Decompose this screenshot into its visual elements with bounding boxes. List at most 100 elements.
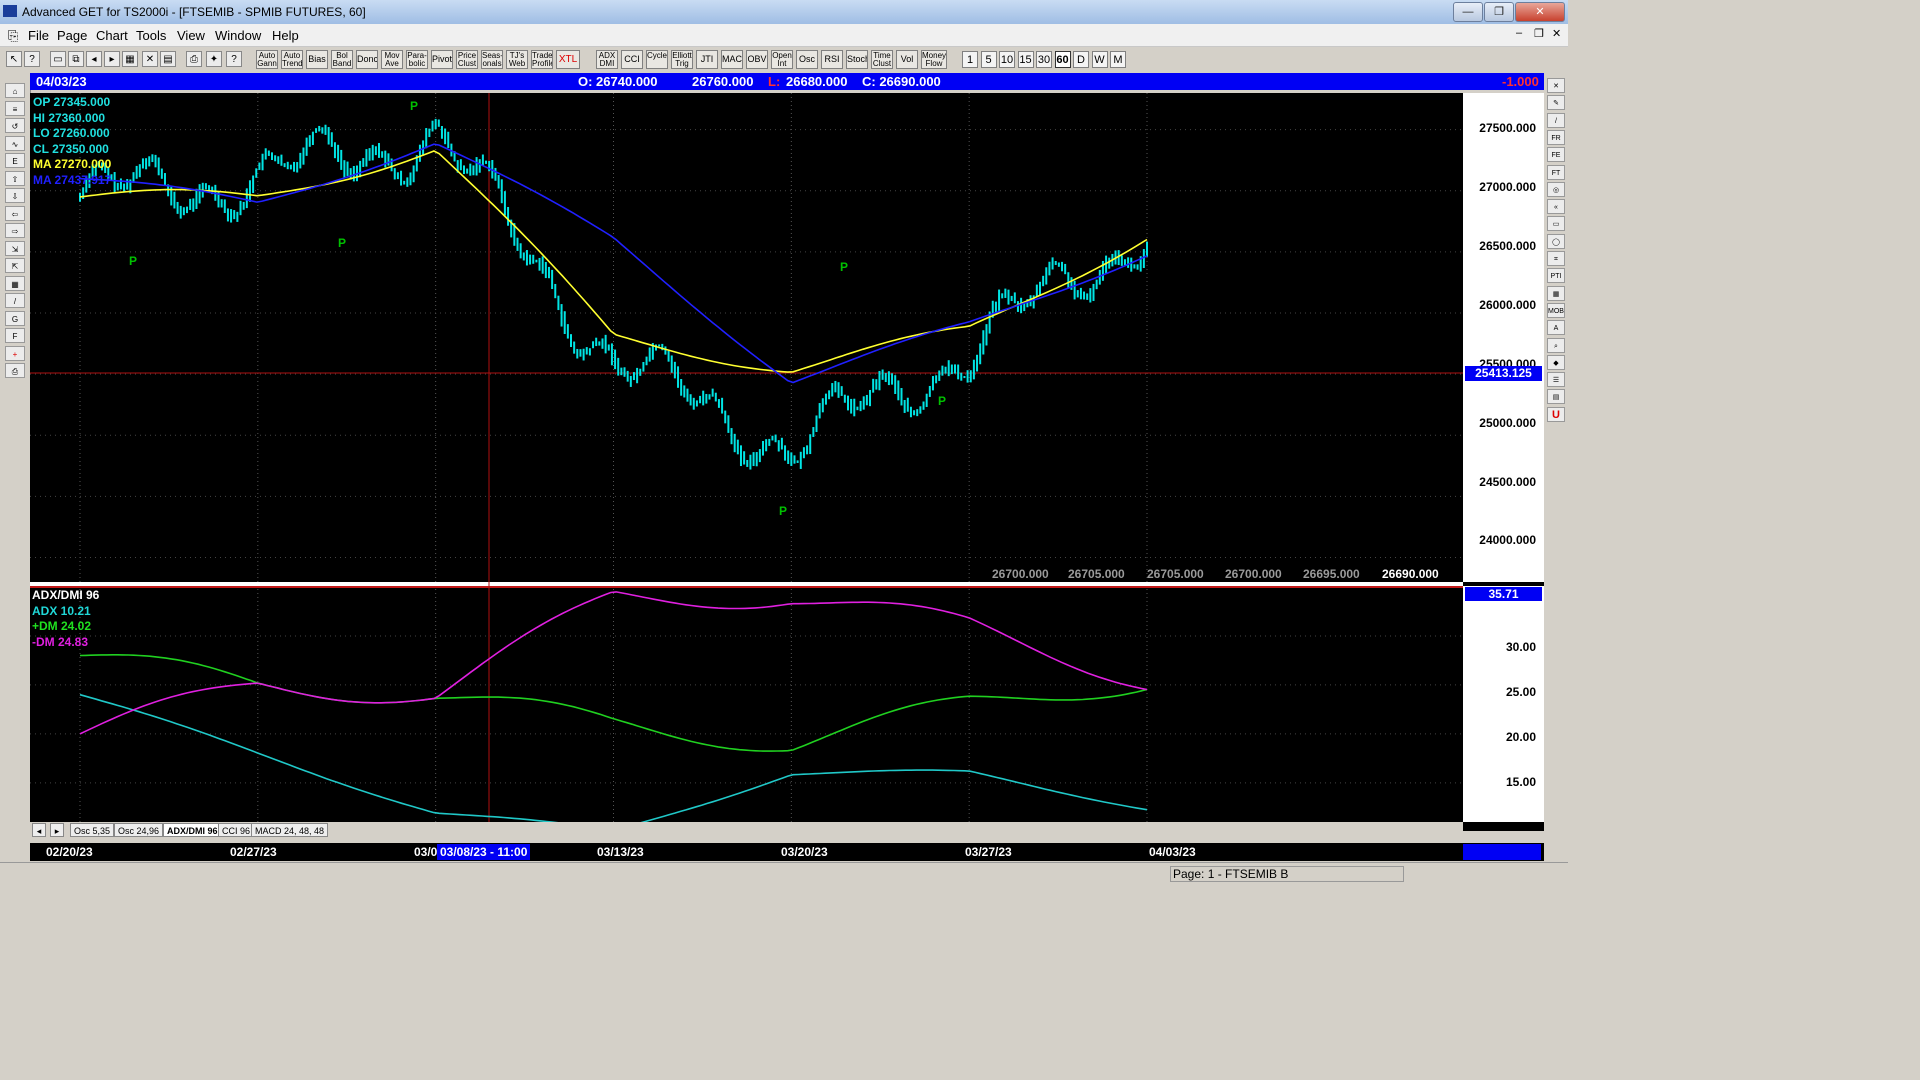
study-button-auto-trend[interactable]: Auto Trend [281,50,303,69]
study-button-bol-band[interactable]: Bol Band [331,50,353,69]
timeframe-button-30[interactable]: 30 [1036,51,1052,68]
grid-icon[interactable]: ▤ [160,51,176,67]
timeframe-button-15[interactable]: 15 [1017,51,1034,68]
timeframe-button-d[interactable]: D [1073,51,1089,68]
right-tool-fib-ret-icon[interactable]: FR [1547,129,1565,145]
study-button-xtl[interactable]: XTL [556,50,580,69]
right-tool-pattern-icon[interactable]: ⌗ [1547,251,1565,266]
right-tool-x-icon[interactable]: ✕ [1547,78,1565,93]
study-button-pivot[interactable]: Pivot [431,50,453,69]
timeframe-button-m[interactable]: M [1110,51,1126,68]
study-button-auto-gann[interactable]: Auto Gann [256,50,278,69]
study-button-bias[interactable]: Bias [306,50,328,69]
tab-scroll-right[interactable]: ▸ [50,823,64,837]
left-tool-zoom-out-icon[interactable]: ⇱ [5,258,25,273]
timeframe-button-10[interactable]: 10 [999,51,1015,68]
tab-osc-5-35[interactable]: Osc 5,35 [70,823,115,837]
left-tool-cross-icon[interactable]: + [5,345,25,361]
right-tool-mob-icon[interactable]: MOB [1547,302,1565,318]
maximize-button[interactable]: ❐ [1484,2,1514,22]
study-button-rsi[interactable]: RSI [821,50,843,69]
context-help-icon[interactable]: ? [226,51,242,67]
print-icon[interactable]: ⎙ [186,51,202,67]
right-tool-line-icon[interactable]: / [1547,112,1565,128]
timeframe-button-1[interactable]: 1 [962,51,978,68]
left-tool-mark-icon[interactable]: ≡ [5,100,25,116]
delete-icon[interactable]: ✕ [142,51,158,67]
right-tool-arrows-icon[interactable]: « [1547,199,1565,215]
study-button-para-bolic[interactable]: Para-bolic [406,50,428,69]
tab-osc-24-96[interactable]: Osc 24,96 [114,823,164,837]
timeframe-button-w[interactable]: W [1091,51,1108,68]
right-tool-ellipse-icon[interactable]: ◯ [1547,233,1565,249]
mdi-close-button[interactable]: ✕ [1552,27,1561,40]
study-button-seas-onals[interactable]: Seas-onals [481,50,503,69]
study-button-elliott-trig[interactable]: Elliott Trig [671,50,693,69]
study-button-trade-profile[interactable]: Trade Profile [531,50,553,69]
price-axis[interactable]: 27500.000 27000.000 26500.000 26000.000 2550… [1463,93,1544,582]
study-button-macd[interactable]: MACD [721,50,743,69]
menu-page[interactable]: Page [57,28,87,43]
study-button-money-flow[interactable]: Money Flow [921,50,947,69]
chart-area[interactable]: P P P P P P OP 27345.000 HI 27360.000 LO 2726… [30,93,1544,831]
study-button-tj-s-web[interactable]: TJ's Web [506,50,528,69]
left-tool-left-icon[interactable]: ⇦ [5,205,25,221]
minimize-button[interactable]: — [1453,2,1483,22]
timeframe-button-5[interactable]: 5 [980,51,997,68]
pointer-icon[interactable]: ↖ [6,51,22,67]
study-button-price-clust[interactable]: Price Clust [456,50,478,69]
forward-icon[interactable]: ▸ [104,51,120,67]
left-tool-elliott-icon[interactable]: E [5,153,25,168]
tab-adx-dmi-96[interactable]: ADX/DMI 96 [163,823,222,837]
right-tool-u-icon[interactable]: U [1547,406,1565,422]
left-tool-down-icon[interactable]: ⇩ [5,188,25,203]
right-tool-pen-icon[interactable]: ✎ [1547,95,1565,111]
menu-view[interactable]: View [177,28,205,43]
menu-chart[interactable]: Chart [96,28,128,43]
study-button-vol[interactable]: Vol [896,50,918,69]
menu-file[interactable]: File [28,28,49,43]
tab-scroll-left[interactable]: ◂ [32,823,46,837]
tab-cci-96[interactable]: CCI 96 [218,823,255,837]
chart-canvas[interactable]: P P P P P P [30,93,1544,831]
study-button-open-int[interactable]: Open Int [771,50,793,69]
study-button-donch[interactable]: Donch [356,50,378,69]
left-tool-open-icon[interactable]: ⌂ [5,83,25,98]
help-pointer-icon[interactable]: ? [24,51,40,67]
study-button-obv[interactable]: OBV [746,50,768,69]
indicator-axis[interactable]: 35.71 30.00 25.00 20.00 15.00 [1463,586,1544,822]
right-tool-zoom-icon[interactable]: ⌕ [1547,337,1565,353]
left-tool-zoom-in-icon[interactable]: ⇲ [5,240,25,256]
left-tool-print-icon[interactable]: ⎙ [5,363,25,378]
right-tool-pti-icon[interactable]: PTI [1547,268,1565,284]
tab-macd[interactable]: MACD 24, 48, 48 [251,823,329,837]
study-button-cci[interactable]: CCI [621,50,643,69]
right-tool-a-icon[interactable]: A [1547,320,1565,336]
left-tool-grid-icon[interactable]: ▦ [5,275,25,291]
study-button-mov-ave[interactable]: Mov Ave [381,50,403,69]
right-tool-fib-time-icon[interactable]: FT [1547,164,1565,180]
right-tool-fib-ext-icon[interactable]: FE [1547,147,1565,163]
menu-help[interactable]: Help [272,28,299,43]
left-tool-reset-icon[interactable]: ↺ [5,118,25,133]
right-tool-grid-icon[interactable]: ▦ [1547,285,1565,301]
menu-window[interactable]: Window [215,28,261,43]
left-tool-fib-icon[interactable]: F [5,328,25,343]
left-tool-gann-icon[interactable]: G [5,310,25,326]
study-button-stoch[interactable]: Stoch [846,50,868,69]
mdi-restore-button[interactable]: ❐ [1534,27,1544,40]
new-page-icon[interactable]: ▭ [50,51,66,67]
study-button-osc[interactable]: Osc [796,50,818,69]
back-icon[interactable]: ◂ [86,51,102,67]
study-button-cycles[interactable]: Cycles [646,50,668,69]
study-button-adx-dmi[interactable]: ADX DMI [596,50,618,69]
right-tool-note-icon[interactable]: ▤ [1547,389,1565,405]
copy-icon[interactable]: ⧉ [68,51,84,67]
date-axis[interactable]: 02/20/23 02/27/23 03/0 03/13/23 03/20/23 03/2… [30,843,1544,861]
menu-tools[interactable]: Tools [136,28,166,43]
left-tool-up-icon[interactable]: ⇧ [5,170,25,186]
close-button[interactable]: ✕ [1515,2,1565,22]
right-tool-box-icon[interactable]: ▭ [1547,216,1565,232]
left-tool-lines-icon[interactable]: / [5,293,25,308]
right-tool-circle-icon[interactable]: ◎ [1547,181,1565,197]
